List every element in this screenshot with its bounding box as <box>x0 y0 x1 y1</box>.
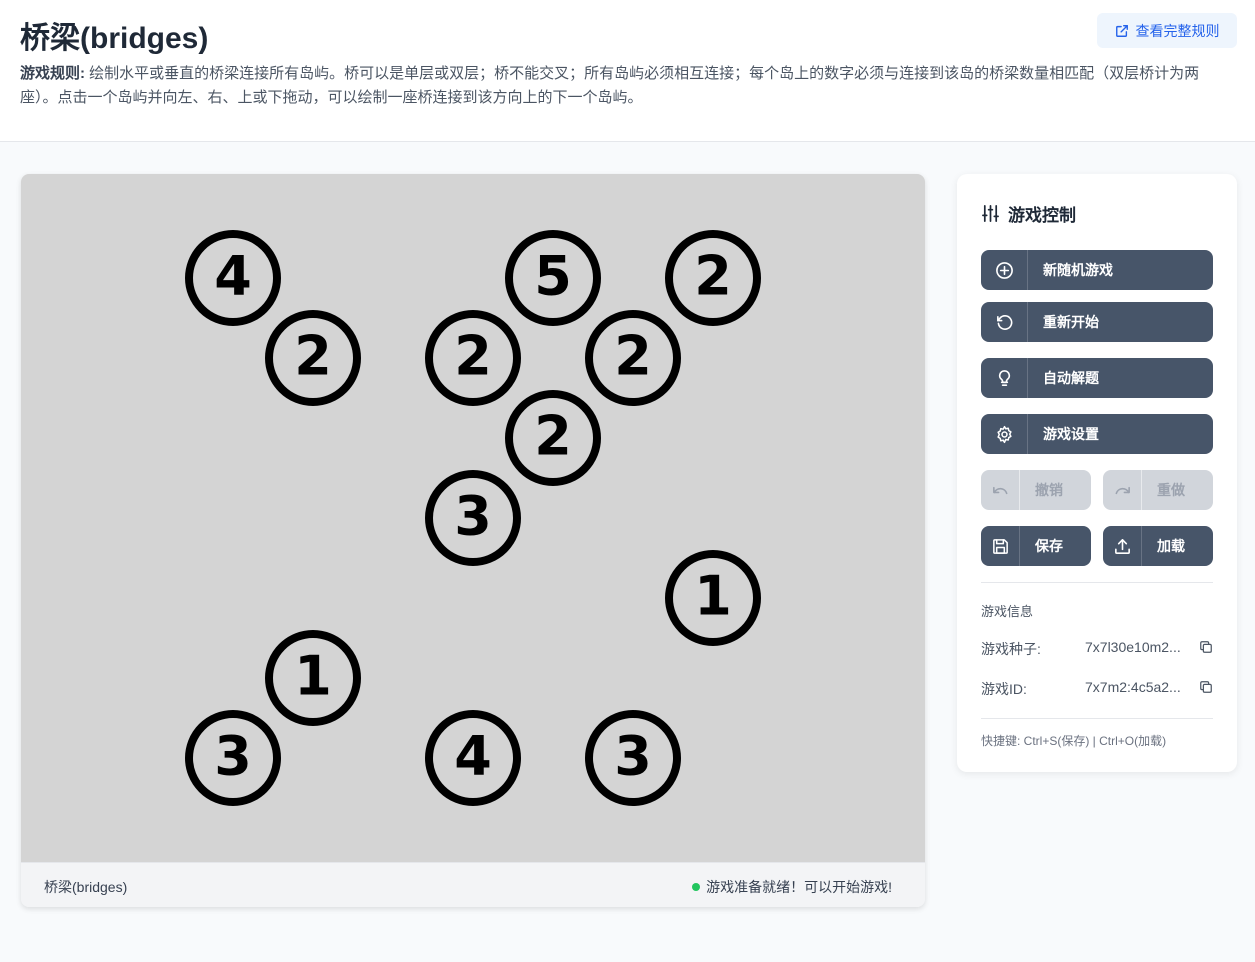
game-status: 游戏准备就绪！可以开始游戏! <box>692 877 892 897</box>
board-footer: 桥梁(bridges) 游戏准备就绪！可以开始游戏! <box>21 862 925 907</box>
load-label: 加载 <box>1157 538 1185 554</box>
rotate-ccw-icon <box>996 314 1012 330</box>
external-link-icon <box>1115 24 1128 37</box>
game-id-label: 游戏ID: <box>981 681 1027 697</box>
game-board-card: 4522222311343 桥梁(bridges) 游戏准备就绪！可以开始游戏! <box>21 174 925 907</box>
island-number: 2 <box>694 245 732 308</box>
panel-divider-bottom <box>981 718 1213 719</box>
island[interactable]: 4 <box>185 230 281 326</box>
island-number: 3 <box>214 725 252 788</box>
island[interactable]: 3 <box>585 710 681 806</box>
undo-icon <box>992 486 1007 494</box>
island[interactable]: 1 <box>265 630 361 726</box>
island[interactable]: 5 <box>505 230 601 326</box>
copy-id-icon[interactable] <box>1199 680 1213 694</box>
game-seed-value: 7x7l30e10m2... <box>1085 639 1181 655</box>
game-seed-label: 游戏种子: <box>981 641 1041 657</box>
island[interactable]: 4 <box>425 710 521 806</box>
island[interactable]: 1 <box>665 550 761 646</box>
island[interactable]: 2 <box>585 310 681 406</box>
island[interactable]: 2 <box>265 310 361 406</box>
load-button[interactable]: 加载 <box>1103 526 1213 566</box>
island-number: 1 <box>694 565 732 628</box>
footer-game-title: 桥梁(bridges) <box>44 879 128 895</box>
plus-circle-icon <box>995 261 1013 279</box>
sliders-icon <box>982 205 999 222</box>
save-button[interactable]: 保存 <box>981 526 1091 566</box>
view-rules-link[interactable]: 查看完整规则 <box>1097 13 1237 48</box>
new-game-button[interactable]: 新随机游戏 <box>981 250 1213 290</box>
game-settings-label: 游戏设置 <box>1043 426 1099 442</box>
game-info-title: 游戏信息 <box>981 604 1034 619</box>
panel-divider <box>981 582 1213 583</box>
save-label: 保存 <box>1035 538 1063 554</box>
redo-button[interactable]: 重做 <box>1103 470 1213 510</box>
view-rules-label: 查看完整规则 <box>1135 22 1220 39</box>
rules-label: 游戏规则: <box>20 65 85 82</box>
undo-button[interactable]: 撤销 <box>981 470 1091 510</box>
game-id-value: 7x7m2:4c5a2... <box>1085 679 1181 695</box>
panel-heading-text: 游戏控制 <box>1008 206 1076 225</box>
island[interactable]: 3 <box>185 710 281 806</box>
island-number: 2 <box>454 325 492 388</box>
board-canvas[interactable]: 4 5 22 2 223113 4 3 <box>21 174 925 862</box>
rules-text: 绘制水平或垂直的桥梁连接所有岛屿。桥可以是单层或双层；桥不能交叉；所有岛屿必须相… <box>20 65 1200 106</box>
copy-seed-icon[interactable] <box>1199 640 1213 654</box>
new-game-label: 新随机游戏 <box>1043 262 1113 278</box>
restart-label: 重新开始 <box>1043 314 1099 330</box>
island-number: 3 <box>454 485 492 548</box>
lightbulb-icon <box>998 369 1010 386</box>
undo-label: 撤销 <box>1035 482 1063 498</box>
island-number: 4 <box>454 725 492 788</box>
island[interactable]: 2 <box>425 310 521 406</box>
page-title: 桥梁(bridges) <box>20 22 209 55</box>
island-number: 2 <box>614 325 652 388</box>
game-rules: 游戏规则: 绘制水平或垂直的桥梁连接所有岛屿。桥可以是单层或双层；桥不能交叉；所… <box>20 62 1235 110</box>
status-text: 游戏准备就绪！可以开始游戏! <box>706 879 892 895</box>
control-panel: 游戏控制 新随机游戏 重新开始 自动解题 游戏设置 撤销 重做 保存 加载 游戏… <box>957 174 1237 772</box>
island-number: 5 <box>534 245 572 308</box>
redo-label: 重做 <box>1157 482 1185 498</box>
save-icon <box>992 538 1008 554</box>
gear-icon <box>996 425 1012 443</box>
panel-heading: 游戏控制 <box>981 201 1076 226</box>
game-settings-button[interactable]: 游戏设置 <box>981 414 1213 454</box>
island-number: 4 <box>214 245 252 308</box>
island[interactable]: 2 <box>665 230 761 326</box>
game-board[interactable]: 4522222311343 <box>21 174 925 862</box>
restart-button[interactable]: 重新开始 <box>981 302 1213 342</box>
upload-icon <box>1114 538 1130 554</box>
page-header: 桥梁(bridges) 查看完整规则 游戏规则: 绘制水平或垂直的桥梁连接所有岛… <box>0 0 1255 142</box>
island-number: 1 <box>294 645 332 708</box>
island[interactable]: 2 <box>505 390 601 486</box>
redo-icon <box>1115 486 1130 494</box>
island-number: 2 <box>534 405 572 468</box>
keyboard-shortcuts: 快捷键: Ctrl+S(保存) | Ctrl+O(加载) <box>981 734 1167 748</box>
auto-solve-label: 自动解题 <box>1043 370 1099 386</box>
island-number: 3 <box>614 725 652 788</box>
auto-solve-button[interactable]: 自动解题 <box>981 358 1213 398</box>
island-number: 2 <box>294 325 332 388</box>
island[interactable]: 3 <box>425 470 521 566</box>
status-dot <box>692 883 701 891</box>
